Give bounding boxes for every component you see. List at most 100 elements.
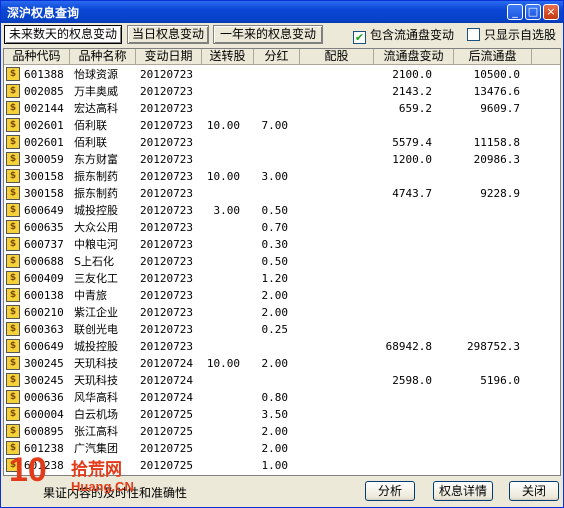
maximize-button[interactable]: □ [525, 4, 541, 20]
table-row[interactable]: $300158 振东制药 20120723 10.00 3.00 [4, 168, 560, 185]
bonus-shares-cell: 10.00 [206, 170, 240, 183]
bonus-shares-cell [204, 236, 240, 253]
include-float-label: 包含流通盘变动 [370, 28, 455, 42]
table-row[interactable]: $002085 万丰奥威 20120723 2143.2 13476.6 [4, 83, 560, 100]
table-row[interactable]: $600635 大众公用 20120723 0.70 [4, 219, 560, 236]
col-header-float-change[interactable]: 流通盘变动 [374, 49, 454, 65]
rights-table[interactable]: 品种代码 品种名称 变动日期 送转股 分红 配股 流通盘变动 后流通盘 $601… [3, 48, 561, 476]
table-row[interactable]: $600004 白云机场 20120725 3.50 [4, 406, 560, 423]
rights-issue-cell [300, 117, 370, 134]
dividend-cell [254, 100, 288, 117]
dollar-stock-icon: $ [6, 84, 20, 98]
col-header-after-float[interactable]: 后流通盘 [454, 49, 532, 65]
dollar-stock-icon: $ [6, 101, 20, 115]
float-change-cell [374, 406, 432, 423]
name-cell: 城投控股 [74, 204, 118, 217]
rights-query-window: 深沪权息查询 _ □ × 未来数天的权息变动 当日权息变动 一年来的权息变动 ✔… [0, 0, 564, 508]
table-row[interactable]: $600737 中粮屯河 20120723 0.30 [4, 236, 560, 253]
minimize-button[interactable]: _ [507, 4, 523, 20]
dividend-cell: 0.70 [261, 221, 289, 234]
name-cell: 三友化工 [74, 272, 118, 285]
code-cell: 600688 [24, 255, 64, 268]
self-select-only-checkbox[interactable]: 只显示自选股 [467, 27, 556, 43]
name-cell: 东方财富 [74, 153, 118, 166]
code-cell: 300245 [24, 374, 64, 387]
col-header-dividend[interactable]: 分红 [254, 49, 300, 65]
table-row[interactable]: $600363 联创光电 20120723 0.25 [4, 321, 560, 338]
rights-issue-cell [300, 83, 370, 100]
watermark-number: 10 [9, 451, 47, 489]
table-row[interactable]: $300059 东方财富 20120723 1200.0 20986.3 [4, 151, 560, 168]
tab-upcoming-days[interactable]: 未来数天的权息变动 [4, 25, 122, 44]
table-row[interactable]: $000636 风华高科 20120724 0.80 [4, 389, 560, 406]
bonus-shares-cell [204, 372, 240, 389]
table-row[interactable]: $601388 怡球资源 20120723 2100.0 10500.0 [4, 66, 560, 83]
dividend-cell: 0.80 [261, 391, 289, 404]
col-header-rights-issue[interactable]: 配股 [300, 49, 374, 65]
table-row[interactable]: $600895 张江高科 20120725 2.00 [4, 423, 560, 440]
table-row[interactable]: $600649 城投控股 20120723 68942.8 298752.3 [4, 338, 560, 355]
dividend-cell [254, 185, 288, 202]
dollar-stock-icon: $ [6, 305, 20, 319]
col-header-bonus-shares[interactable]: 送转股 [202, 49, 254, 65]
table-row[interactable]: $300245 天玑科技 20120724 10.00 2.00 [4, 355, 560, 372]
float-change-cell: 2598.0 [392, 374, 432, 387]
date-cell: 20120723 [140, 204, 193, 217]
code-cell: 000636 [24, 391, 64, 404]
col-header-date[interactable]: 变动日期 [136, 49, 202, 65]
watermark-cn: 拾荒网 [71, 460, 122, 480]
after-float-cell [454, 423, 520, 440]
float-change-cell: 1200.0 [392, 153, 432, 166]
table-row[interactable]: $300245 天玑科技 20120724 2598.0 5196.0 [4, 372, 560, 389]
title-bar[interactable]: 深沪权息查询 _ □ × [1, 1, 563, 23]
table-row[interactable]: $600138 中青旅 20120723 2.00 [4, 287, 560, 304]
col-header-code[interactable]: 品种代码 [4, 49, 70, 65]
name-cell: 城投控股 [74, 340, 118, 353]
bonus-shares-cell: 10.00 [206, 357, 240, 370]
dollar-stock-icon: $ [6, 407, 20, 421]
rights-issue-cell [300, 304, 370, 321]
name-cell: 振东制药 [74, 170, 118, 183]
table-row[interactable]: $002144 宏达高科 20120723 659.2 9609.7 [4, 100, 560, 117]
after-float-cell [454, 168, 520, 185]
table-row[interactable]: $300158 振东制药 20120723 4743.7 9228.9 [4, 185, 560, 202]
close-window-button[interactable]: × [543, 4, 559, 20]
rights-issue-cell [300, 423, 370, 440]
code-cell: 600004 [24, 408, 64, 421]
code-cell: 600409 [24, 272, 64, 285]
after-float-cell: 9609.7 [480, 102, 520, 115]
date-cell: 20120723 [140, 119, 193, 132]
tab-today[interactable]: 当日权息变动 [127, 25, 209, 44]
table-row[interactable]: $600409 三友化工 20120723 1.20 [4, 270, 560, 287]
table-row[interactable]: $600210 紫江企业 20120723 2.00 [4, 304, 560, 321]
close-button[interactable]: 关闭 [509, 481, 559, 501]
table-row[interactable]: $002601 佰利联 20120723 5579.4 11158.8 [4, 134, 560, 151]
rights-issue-cell [300, 338, 370, 355]
float-change-cell: 659.2 [398, 102, 432, 115]
analyze-button[interactable]: 分析 [365, 481, 415, 501]
code-cell: 600895 [24, 425, 64, 438]
rights-issue-cell [300, 66, 370, 83]
table-row[interactable]: $600688 S上石化 20120723 0.50 [4, 253, 560, 270]
after-float-cell [454, 440, 520, 457]
float-change-cell [374, 355, 432, 372]
bonus-shares-cell [204, 321, 240, 338]
table-row[interactable]: $600649 城投控股 20120723 3.00 0.50 [4, 202, 560, 219]
col-header-name[interactable]: 品种名称 [70, 49, 136, 65]
dollar-stock-icon: $ [6, 339, 20, 353]
table-row[interactable]: $002601 佰利联 20120723 10.00 7.00 [4, 117, 560, 134]
code-cell: 600363 [24, 323, 64, 336]
rights-detail-button[interactable]: 权息详情 [433, 481, 493, 501]
date-cell: 20120724 [140, 374, 193, 387]
code-cell: 601388 [24, 68, 64, 81]
code-cell: 300245 [24, 357, 64, 370]
bonus-shares-cell [204, 287, 240, 304]
tab-past-year[interactable]: 一年来的权息变动 [213, 25, 323, 44]
name-cell: 联创光电 [74, 323, 118, 336]
code-cell: 600635 [24, 221, 64, 234]
table-header: 品种代码 品种名称 变动日期 送转股 分红 配股 流通盘变动 后流通盘 [4, 49, 560, 65]
name-cell: 振东制药 [74, 187, 118, 200]
bonus-shares-cell [204, 423, 240, 440]
include-float-checkbox[interactable]: ✔ 包含流通盘变动 [353, 27, 455, 44]
date-cell: 20120725 [140, 408, 193, 421]
